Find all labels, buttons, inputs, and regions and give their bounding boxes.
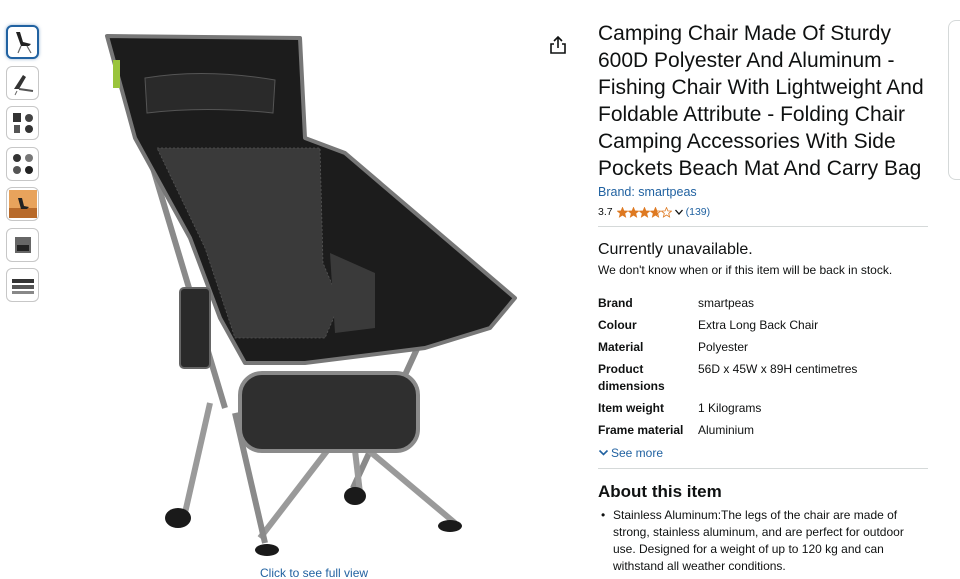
thumbnail-2[interactable] (6, 65, 39, 100)
star-icon (638, 206, 650, 218)
thumbnail-5[interactable] (6, 187, 39, 221)
side-panel-edge (948, 20, 960, 180)
thumbnail-4[interactable] (6, 146, 39, 181)
chevron-down-icon (598, 449, 609, 456)
thumbnail-6[interactable] (6, 227, 39, 262)
rating-count-link[interactable]: (139) (686, 206, 711, 218)
spec-row: Brand smartpeas (598, 295, 857, 317)
about-bullets: Stainless Aluminum:The legs of the chair… (598, 507, 928, 575)
spec-row: Colour Extra Long Back Chair (598, 317, 857, 339)
product-info: Camping Chair Made Of Sturdy 600D Polyes… (598, 20, 928, 575)
chair-details-thumbnail-icon (12, 153, 33, 174)
spec-label: Item weight (598, 400, 665, 415)
see-more-label: See more (611, 445, 664, 460)
thumbnail-3[interactable] (6, 106, 39, 140)
rating-stars[interactable] (616, 206, 672, 218)
spec-value: 1 Kilograms (698, 400, 762, 415)
brand-link[interactable]: Brand: smartpeas (598, 185, 697, 199)
spec-label: Frame material (598, 422, 684, 437)
spec-value: Aluminium (698, 422, 755, 437)
spec-label: Material (598, 340, 644, 354)
chair-thumbnail-icon (15, 32, 32, 54)
star-icon (627, 206, 639, 218)
star-icon (616, 206, 628, 218)
full-view-link[interactable]: Click to see full view (260, 566, 368, 579)
chair-bag-thumbnail-icon (14, 236, 31, 253)
see-more-link[interactable]: See more (598, 446, 928, 460)
share-icon[interactable] (549, 35, 567, 55)
chair-parts-thumbnail-icon (12, 113, 33, 133)
thumbnail-list (6, 25, 40, 309)
spec-label: Colour (598, 318, 637, 332)
spec-value: Polyester (698, 340, 749, 354)
main-product-image[interactable] (95, 18, 535, 566)
spec-row: Material Polyester (598, 339, 857, 361)
divider (598, 226, 928, 227)
chevron-down-icon[interactable] (674, 207, 684, 217)
product-title: Camping Chair Made Of Sturdy 600D Polyes… (598, 22, 924, 180)
spec-row: Frame material Aluminium (598, 422, 857, 444)
chair-side-thumbnail-icon (13, 74, 33, 95)
spec-value: Extra Long Back Chair (698, 318, 819, 332)
availability-note: We don't know when or if this item will … (598, 263, 893, 277)
spec-label: Brand (598, 296, 633, 310)
chair-outdoor-thumbnail-icon (8, 190, 37, 218)
thumbnail-1[interactable] (6, 25, 39, 59)
thumbnail-7[interactable] (6, 268, 39, 302)
chair-folded-thumbnail-icon (11, 279, 34, 294)
spec-label: Product dimensions (598, 362, 665, 393)
rating-row: 3.7 (139) (598, 206, 928, 218)
availability-status: Currently unavailable. (598, 241, 753, 258)
star-icon (660, 206, 672, 218)
spec-row: Product dimensions 56D x 45W x 89H centi… (598, 361, 857, 400)
about-heading: About this item (598, 481, 722, 501)
about-bullet: Stainless Aluminum:The legs of the chair… (598, 507, 928, 575)
rating-value: 3.7 (598, 206, 613, 218)
spec-row: Item weight 1 Kilograms (598, 400, 857, 422)
spec-value: smartpeas (698, 296, 755, 310)
divider (598, 467, 928, 469)
star-icon (649, 206, 661, 218)
product-specs-table: Brand smartpeas Colour Extra Long Back C… (598, 295, 857, 444)
spec-value: 56D x 45W x 89H centimetres (698, 362, 858, 376)
